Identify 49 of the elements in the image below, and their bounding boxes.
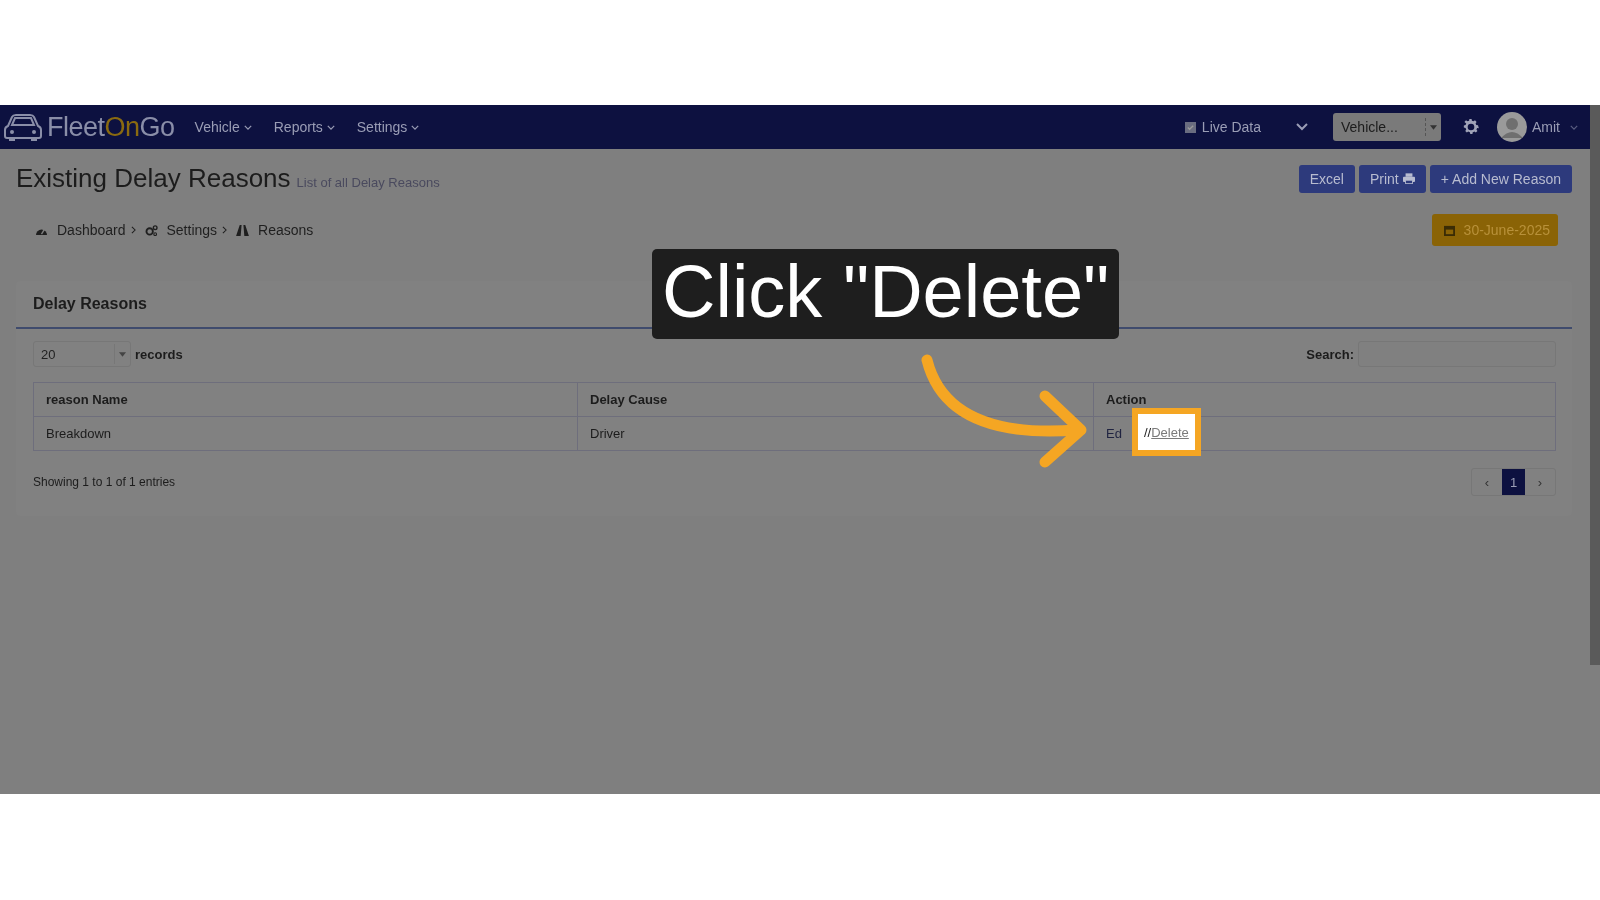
records-label: records xyxy=(135,346,183,362)
table-cell: Driver xyxy=(577,416,1094,451)
settings-icon[interactable] xyxy=(1461,117,1481,137)
breadcrumb-link[interactable]: Reasons xyxy=(258,222,314,238)
column-header[interactable]: Delay Cause xyxy=(577,382,1094,417)
car-icon xyxy=(3,112,43,142)
logo-text[interactable]: FleetOnGo xyxy=(47,111,175,143)
chevron-right-icon xyxy=(222,226,228,234)
page-title: Existing Delay Reasons xyxy=(16,163,291,194)
delete-link[interactable]: Delete xyxy=(1151,424,1189,440)
toolbar-button[interactable]: Excel xyxy=(1298,164,1355,193)
page-size-select[interactable]: 20 xyxy=(33,341,131,367)
page-button[interactable]: ‹ xyxy=(1472,469,1502,495)
nav-menu[interactable]: Vehicle xyxy=(194,119,252,135)
gears-icon xyxy=(144,224,158,236)
breadcrumb-link[interactable]: Settings xyxy=(166,222,218,238)
avatar-icon[interactable] xyxy=(1497,112,1527,142)
edit-link[interactable]: Ed xyxy=(1106,426,1122,441)
nav-menu[interactable]: Settings xyxy=(356,119,420,135)
callout: Click "Delete" xyxy=(652,249,1120,339)
breadcrumb-link[interactable]: Dashboard xyxy=(57,222,126,238)
chevron-right-icon xyxy=(130,226,136,234)
printer-icon xyxy=(1402,173,1415,184)
card-title: Delay Reasons xyxy=(33,295,147,313)
separator-text: // xyxy=(1144,424,1152,440)
column-header[interactable]: reason Name xyxy=(33,382,578,417)
calendar-icon xyxy=(1443,224,1455,236)
vehicle-select[interactable]: Vehicle... xyxy=(1333,113,1441,141)
chevron-down-icon xyxy=(1570,124,1578,130)
live-data-label: Live Data xyxy=(1201,119,1261,135)
column-header[interactable]: Action xyxy=(1093,382,1556,417)
road-icon xyxy=(236,224,250,236)
user-menu[interactable]: Amit xyxy=(1532,119,1578,135)
page-button[interactable]: › xyxy=(1525,469,1555,495)
chevron-down-icon xyxy=(326,124,335,130)
nav-menu[interactable]: Reports xyxy=(273,119,335,135)
caret-icon xyxy=(1430,124,1437,130)
entries-info: Showing 1 to 1 of 1 entries xyxy=(33,475,176,489)
chevron-down-icon xyxy=(243,124,252,130)
print-button[interactable]: Print xyxy=(1358,164,1426,193)
chevron-down-icon xyxy=(411,124,420,130)
chevron-down-icon[interactable] xyxy=(1296,123,1308,131)
live-data-checkbox[interactable] xyxy=(1184,121,1196,133)
caret-icon xyxy=(119,351,126,357)
search-label: Search: xyxy=(1306,346,1354,362)
scrollbar[interactable] xyxy=(1590,105,1600,665)
page-button[interactable]: 1 xyxy=(1502,469,1525,495)
table-cell: Breakdown xyxy=(33,416,578,451)
toolbar-button[interactable]: + Add New Reason xyxy=(1429,164,1572,193)
